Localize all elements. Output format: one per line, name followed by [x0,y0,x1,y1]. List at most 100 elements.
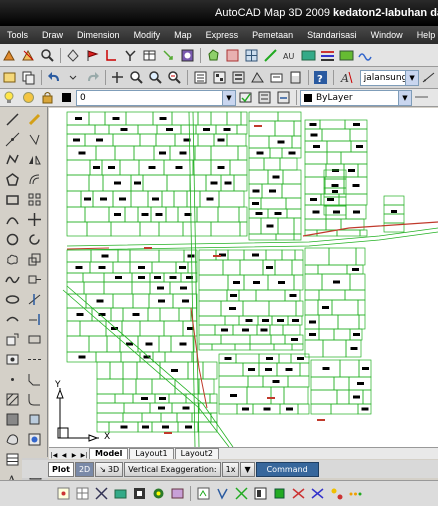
menu-standarisasi[interactable]: Standarisasi [300,30,364,40]
layer-previous-icon[interactable] [275,89,292,106]
sheet-set-icon[interactable] [249,69,266,86]
chevron-down-icon[interactable]: ▼ [398,90,411,105]
layer-select[interactable]: 0 ▼ [76,89,236,106]
dimension-style-icon[interactable] [420,69,437,86]
redo-icon[interactable] [84,69,101,86]
layer-lock-icon[interactable] [39,89,56,106]
menu-draw[interactable]: Draw [35,30,70,40]
trim-icon[interactable] [26,291,43,308]
region-icon[interactable] [4,431,21,448]
extend-icon[interactable] [26,311,43,328]
quick-properties-icon[interactable] [233,485,250,502]
zoom-previous-icon[interactable] [166,69,183,86]
text-style-select[interactable]: jalansungai ▼ [359,69,420,86]
lineweight-icon[interactable] [214,485,231,502]
attach-icon[interactable] [1,47,18,64]
copy-object-icon[interactable] [26,131,43,148]
grid-display-icon[interactable] [74,485,91,502]
polyline-icon[interactable] [4,151,21,168]
make-block-icon[interactable] [4,351,21,368]
next-tab-icon[interactable]: ▶ [69,452,79,459]
polygon-tool-icon[interactable] [4,171,21,188]
nrs-icon[interactable] [338,47,355,64]
scale-icon[interactable] [26,251,43,268]
revcloud-icon[interactable] [4,251,21,268]
dots-icon[interactable] [347,485,364,502]
map-tool-icon[interactable] [26,431,43,448]
gradient-icon[interactable] [4,411,21,428]
hatch-icon[interactable] [319,47,336,64]
design-center-icon[interactable] [211,69,228,86]
layer-states-icon[interactable] [256,89,273,106]
text-au-icon[interactable]: AU [281,47,298,64]
route-icon[interactable] [309,485,326,502]
color-select[interactable]: ByLayer ▼ [300,89,412,106]
make-current-layer-icon[interactable] [237,89,254,106]
rotate-icon[interactable] [26,231,43,248]
chevron-down-icon[interactable]: ▼ [222,90,235,105]
query-icon[interactable] [65,47,82,64]
last-tab-icon[interactable]: ▶| [79,452,89,459]
menu-express[interactable]: Express [199,30,246,40]
menu-modify[interactable]: Modify [127,30,168,40]
spline-icon[interactable] [4,271,21,288]
offset-icon[interactable] [26,171,43,188]
chamfer-icon[interactable] [26,371,43,388]
ellipse-arc-icon[interactable] [4,311,21,328]
break-icon[interactable] [26,331,43,348]
drawing-canvas[interactable]: Y X [49,108,438,447]
fill-icon[interactable] [271,485,288,502]
prev-tab-icon[interactable]: ◀ [59,452,69,459]
ellipse-icon[interactable] [4,291,21,308]
command-button[interactable]: Command [255,461,319,477]
fillet-icon[interactable] [26,391,43,408]
tool-palettes-icon[interactable] [230,69,247,86]
square-icon[interactable] [224,47,241,64]
hatch-tool-icon[interactable] [4,391,21,408]
map-topology-icon[interactable] [179,47,196,64]
first-tab-icon[interactable]: |◀ [49,452,59,459]
menu-map[interactable]: Map [167,30,199,40]
wave-icon[interactable] [357,47,374,64]
otrack-icon[interactable] [150,485,167,502]
insert-block-icon[interactable] [4,331,21,348]
menu-pemetaan[interactable]: Pemetaan [245,30,300,40]
match-properties-icon[interactable] [1,69,18,86]
layer-freeze-icon[interactable] [20,89,37,106]
stretch-icon[interactable] [26,271,43,288]
zoom-realtime-icon[interactable] [128,69,145,86]
tab-layout2[interactable]: Layout2 [174,448,219,459]
table-tool-icon[interactable] [4,451,21,468]
detach-icon[interactable] [20,47,37,64]
menu-window[interactable]: Window [364,30,410,40]
properties-icon[interactable] [192,69,209,86]
line-tool-icon[interactable] [4,111,21,128]
zoom-map-icon[interactable] [39,47,56,64]
move-icon[interactable] [26,211,43,228]
osnap-icon[interactable] [131,485,148,502]
mode-2d-button[interactable]: 2D [74,461,95,477]
marker-icon[interactable] [328,485,345,502]
aa-icon[interactable] [300,47,317,64]
table-icon[interactable] [141,47,158,64]
node-icon[interactable] [122,47,139,64]
join-icon[interactable] [26,351,43,368]
flag-icon[interactable] [84,47,101,64]
arc-icon[interactable] [4,211,21,228]
rectangle-icon[interactable] [4,191,21,208]
construction-line-icon[interactable] [4,131,21,148]
polygon-icon[interactable] [205,47,222,64]
dyn-icon[interactable] [195,485,212,502]
help-icon[interactable]: ? [312,69,329,86]
erase-icon[interactable] [26,111,43,128]
mirror-icon[interactable] [26,151,43,168]
menu-dimension[interactable]: Dimension [70,30,127,40]
mode-3d-button[interactable]: ↘ 3D [95,461,124,477]
circle-icon[interactable] [4,231,21,248]
markup-icon[interactable] [268,69,285,86]
tab-model[interactable]: Model [89,448,129,459]
grid-icon[interactable] [243,47,260,64]
plot-button[interactable]: Plot [48,461,74,477]
pattern-icon[interactable] [290,485,307,502]
array-icon[interactable] [26,191,43,208]
